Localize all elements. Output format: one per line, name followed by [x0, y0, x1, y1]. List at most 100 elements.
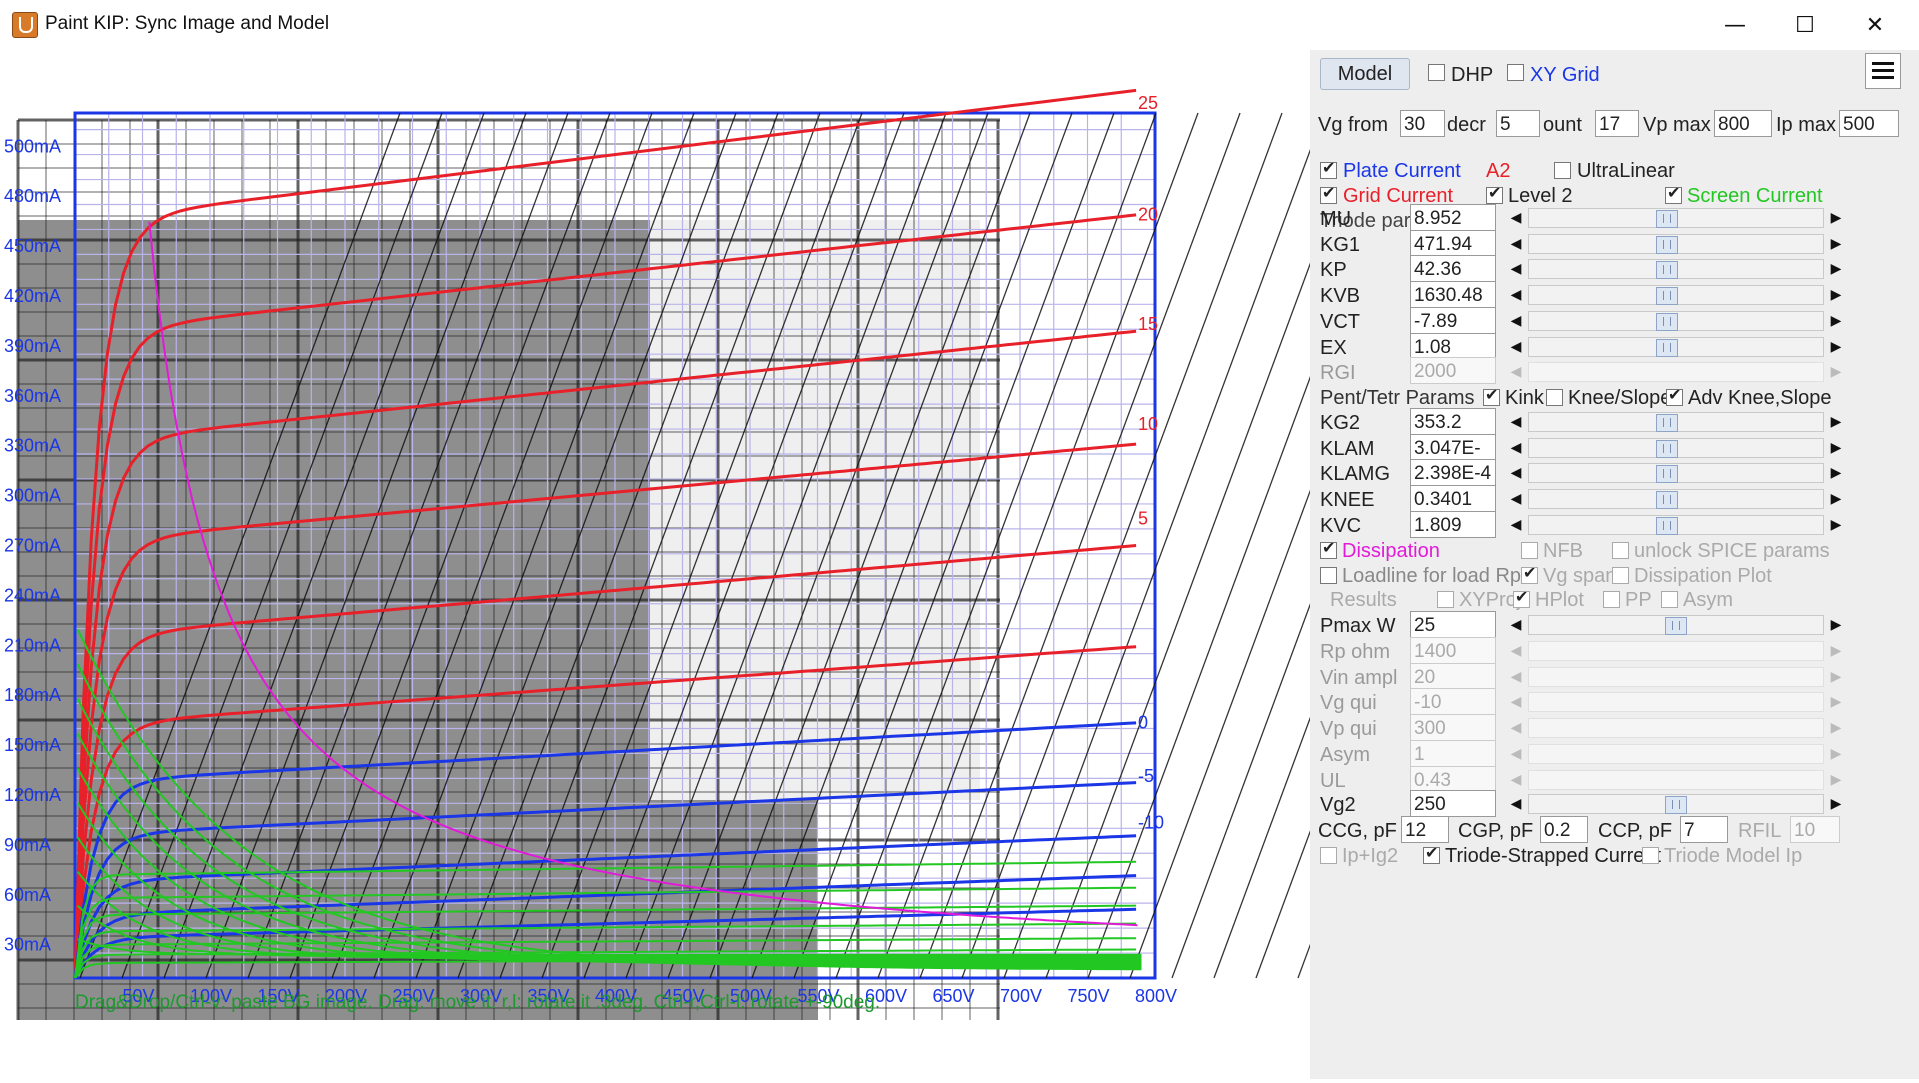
model-button[interactable]: Model [1320, 58, 1410, 90]
decr-field[interactable]: 5 [1496, 110, 1540, 137]
vg2-slider[interactable]: ◀ ▶ [1506, 791, 1846, 815]
screen-current-checkbox[interactable] [1665, 183, 1682, 204]
xyproj-checkbox[interactable] [1437, 591, 1454, 608]
param-slider[interactable]: ◀ ▶ [1506, 689, 1846, 713]
right-arrow-icon[interactable]: ▶ [1826, 205, 1846, 229]
left-arrow-icon[interactable]: ◀ [1506, 664, 1526, 688]
rgi-slider[interactable]: ◀ ▶ [1506, 359, 1846, 383]
slider-track[interactable] [1528, 208, 1824, 228]
param-value-field[interactable]: 1.08 [1410, 332, 1496, 360]
pmax-slider[interactable]: ◀ ▶ [1506, 612, 1846, 636]
param-value-field[interactable]: 353.2 [1410, 408, 1496, 435]
vg-span-checkbox[interactable] [1521, 563, 1538, 584]
param-value-field[interactable]: -7.89 [1410, 306, 1496, 334]
slider-thumb[interactable] [1656, 414, 1678, 432]
left-arrow-icon[interactable]: ◀ [1506, 791, 1526, 815]
param-slider[interactable]: ◀ ▶ [1506, 256, 1846, 280]
xy-grid-checkbox[interactable] [1507, 64, 1524, 81]
right-arrow-icon[interactable]: ▶ [1826, 435, 1846, 459]
param-value-field[interactable]: 300 [1410, 714, 1496, 742]
param-value-field[interactable]: 2.398E-4 [1410, 459, 1496, 487]
slider-thumb[interactable] [1656, 338, 1678, 357]
param-value-field[interactable]: 0.3401 [1410, 485, 1496, 513]
cgp-field[interactable]: 0.2 [1540, 816, 1588, 843]
right-arrow-icon[interactable]: ▶ [1826, 638, 1846, 662]
right-arrow-icon[interactable]: ▶ [1826, 612, 1846, 636]
slider-thumb[interactable] [1665, 617, 1687, 635]
slider-thumb[interactable] [1656, 465, 1678, 484]
left-arrow-icon[interactable]: ◀ [1506, 205, 1526, 229]
left-arrow-icon[interactable]: ◀ [1506, 460, 1526, 484]
slider-track[interactable] [1528, 692, 1824, 713]
right-arrow-icon[interactable]: ▶ [1826, 334, 1846, 358]
slider-thumb[interactable] [1656, 287, 1678, 306]
slider-track[interactable] [1528, 259, 1824, 280]
slider-track[interactable] [1528, 336, 1824, 357]
param-value-field[interactable]: 1 [1410, 739, 1496, 767]
slider-track[interactable] [1528, 514, 1824, 535]
ultralinear-checkbox[interactable] [1554, 162, 1571, 179]
param-value-field[interactable]: 0.43 [1410, 765, 1496, 793]
left-arrow-icon[interactable]: ◀ [1506, 486, 1526, 510]
vp-max-field[interactable]: 800 [1714, 110, 1772, 137]
param-slider[interactable]: ◀ ▶ [1506, 334, 1846, 358]
slider-track[interactable] [1528, 463, 1824, 484]
slider-thumb[interactable] [1656, 439, 1678, 458]
slider-track[interactable] [1528, 285, 1824, 306]
grid-current-checkbox[interactable] [1320, 183, 1337, 204]
right-arrow-icon[interactable]: ▶ [1826, 256, 1846, 280]
param-value-field[interactable]: 1630.48 [1410, 281, 1496, 309]
left-arrow-icon[interactable]: ◀ [1506, 435, 1526, 459]
slider-track[interactable] [1528, 743, 1824, 764]
param-slider[interactable]: ◀ ▶ [1506, 435, 1846, 459]
slider-track[interactable] [1528, 362, 1824, 382]
asym-checkbox[interactable] [1661, 591, 1678, 608]
dissipation-plot-checkbox[interactable] [1612, 567, 1629, 584]
plate-curves-plot[interactable]: 500mA 480mA 450mA 420mA 390mA 360mA 330mA 300mA… [0, 50, 1619, 1079]
slider-thumb[interactable] [1656, 235, 1678, 254]
left-arrow-icon[interactable]: ◀ [1506, 715, 1526, 739]
minimize-button[interactable]: — [1700, 0, 1770, 50]
dhp-checkbox[interactable] [1428, 64, 1445, 81]
right-arrow-icon[interactable]: ▶ [1826, 767, 1846, 791]
ccp-field[interactable]: 7 [1680, 816, 1728, 843]
left-arrow-icon[interactable]: ◀ [1506, 689, 1526, 713]
slider-thumb[interactable] [1665, 796, 1687, 814]
left-arrow-icon[interactable]: ◀ [1506, 231, 1526, 255]
knee-slope-checkbox[interactable] [1546, 389, 1563, 406]
slider-thumb[interactable] [1656, 312, 1678, 331]
param-value-field[interactable]: 20 [1410, 662, 1496, 690]
right-arrow-icon[interactable]: ▶ [1826, 409, 1846, 433]
slider-track[interactable] [1528, 412, 1824, 432]
left-arrow-icon[interactable]: ◀ [1506, 512, 1526, 536]
slider-track[interactable] [1528, 794, 1824, 814]
slider-track[interactable] [1528, 769, 1824, 790]
vg-from-field[interactable]: 30 [1400, 110, 1445, 137]
right-arrow-icon[interactable]: ▶ [1826, 512, 1846, 536]
ip-ig2-checkbox[interactable] [1320, 847, 1337, 864]
right-arrow-icon[interactable]: ▶ [1826, 715, 1846, 739]
level2-checkbox[interactable] [1486, 183, 1503, 204]
right-arrow-icon[interactable]: ▶ [1826, 741, 1846, 765]
pmax-field[interactable]: 25 [1410, 611, 1496, 638]
rfil-field[interactable]: 10 [1790, 816, 1840, 843]
right-arrow-icon[interactable]: ▶ [1826, 689, 1846, 713]
slider-thumb[interactable] [1656, 516, 1678, 535]
slider-thumb[interactable] [1656, 210, 1678, 228]
left-arrow-icon[interactable]: ◀ [1506, 256, 1526, 280]
loadline-checkbox[interactable] [1320, 567, 1337, 584]
left-arrow-icon[interactable]: ◀ [1506, 359, 1526, 383]
param-slider[interactable]: ◀ ▶ [1506, 767, 1846, 791]
right-arrow-icon[interactable]: ▶ [1826, 791, 1846, 815]
left-arrow-icon[interactable]: ◀ [1506, 612, 1526, 636]
maximize-button[interactable]: ☐ [1770, 0, 1840, 50]
param-slider[interactable]: ◀ ▶ [1506, 460, 1846, 484]
param-value-field[interactable]: 42.36 [1410, 255, 1496, 283]
pp-checkbox[interactable] [1603, 591, 1620, 608]
count-field[interactable]: 17 [1595, 110, 1639, 137]
param-value-field[interactable]: 3.047E-10 [1410, 433, 1496, 461]
param-value-field[interactable]: 471.94 [1410, 229, 1496, 257]
right-arrow-icon[interactable]: ▶ [1826, 231, 1846, 255]
close-button[interactable]: ✕ [1840, 0, 1910, 50]
ip-max-field[interactable]: 500 [1839, 110, 1899, 137]
